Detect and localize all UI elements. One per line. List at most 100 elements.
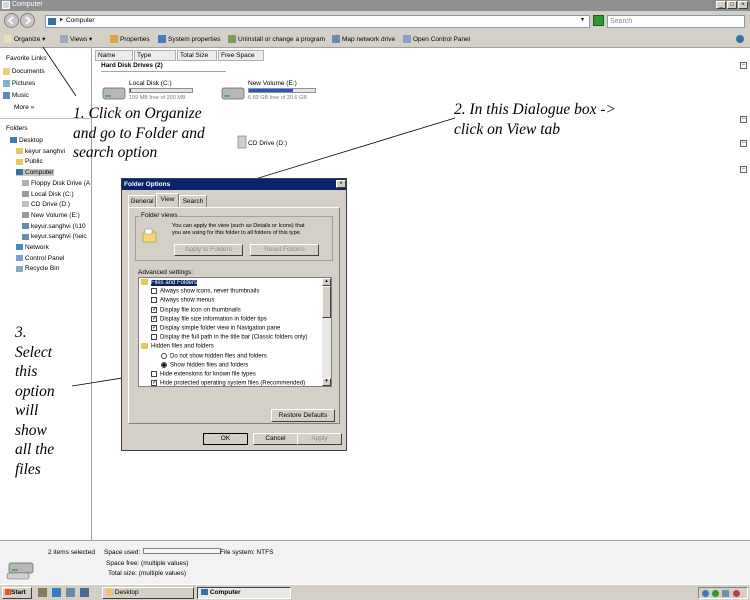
checkbox[interactable]: ✓ — [151, 306, 157, 313]
scroll-up-button[interactable]: ▴ — [322, 278, 331, 286]
collapse-group-icon[interactable]: − — [740, 116, 747, 123]
quick-launch-icon[interactable] — [38, 588, 47, 597]
quick-launch-icon[interactable] — [52, 588, 61, 597]
setting-checkbox[interactable]: Always show icons, never thumbnails — [151, 288, 259, 295]
checkbox[interactable] — [151, 288, 157, 295]
column-name[interactable]: Name — [95, 50, 133, 61]
checkbox[interactable] — [151, 334, 157, 341]
setting-checkbox[interactable]: ✓ Display file icon on thumbnails — [151, 306, 241, 313]
tree-item-new-volume-e[interactable]: New Volume (E:) — [22, 212, 80, 219]
favorite-pictures[interactable]: Pictures — [3, 80, 35, 87]
settings-category[interactable]: Hidden files and folders — [141, 343, 214, 350]
collapse-group-icon[interactable]: − — [740, 62, 747, 69]
checkbox[interactable] — [151, 297, 157, 304]
list-scrollbar[interactable]: ▴ ▾ — [322, 278, 331, 386]
apply-to-folders-button[interactable]: Apply to Folders — [174, 244, 243, 256]
advanced-settings-list[interactable]: Files and Folders Always show icons, neve… — [138, 277, 332, 387]
tab-view[interactable]: View — [156, 193, 179, 207]
radio-button[interactable] — [161, 361, 167, 368]
cancel-button[interactable]: Cancel — [253, 433, 298, 445]
tree-item-local-disk-c[interactable]: Local Disk (C:) — [22, 191, 74, 198]
column-type[interactable]: Type — [134, 50, 176, 61]
tray-icon[interactable] — [722, 590, 729, 597]
taskbar-desktop[interactable]: Desktop — [102, 587, 194, 599]
tray-icon[interactable] — [733, 590, 740, 597]
drive-item-e[interactable]: New Volume (E:) 6.83 GB free of 20.6 GB — [220, 78, 320, 104]
favorite-documents[interactable]: Documents — [3, 68, 45, 75]
organize-button[interactable]: Organize ▾ — [4, 34, 45, 46]
tab-search[interactable]: Search — [179, 195, 207, 207]
map-network-drive-button[interactable]: Map network drive — [332, 34, 395, 46]
favorite-music[interactable]: Music — [3, 92, 29, 99]
quick-launch-icon[interactable] — [66, 588, 75, 597]
apply-button[interactable]: Apply — [297, 433, 342, 445]
address-box[interactable]: ▸ Computer ▾ — [45, 15, 590, 28]
setting-radio[interactable]: Do not show hidden files and folders — [161, 352, 267, 359]
group-title[interactable]: Hard Disk Drives (2) — [101, 62, 163, 69]
setting-checkbox[interactable]: ✓ Display simple folder view in Navigatio… — [151, 325, 280, 332]
system-properties-label: System properties — [168, 36, 221, 43]
maximize-button[interactable]: □ — [727, 1, 737, 9]
favorites-more-link[interactable]: More » — [14, 104, 34, 111]
quick-launch-icon[interactable] — [80, 588, 89, 597]
tree-item-public[interactable]: Public — [16, 158, 43, 165]
checkbox[interactable]: ✓ — [151, 380, 157, 386]
tree-item-computer[interactable]: Computer — [16, 169, 54, 177]
checkbox[interactable]: ✓ — [151, 315, 157, 322]
setting-checkbox[interactable]: ✓ Display file size information in folder… — [151, 315, 267, 322]
setting-checkbox[interactable]: Hide extensions for known file types — [151, 371, 256, 378]
collapse-group-icon[interactable]: − — [740, 166, 747, 173]
close-button[interactable]: × — [738, 1, 748, 9]
drive-item-c[interactable]: Local Disk (C:) 199 MB free of 200 MB — [101, 78, 196, 104]
collapse-group-icon[interactable]: − — [740, 140, 747, 147]
tree-item-control-panel[interactable]: Control Panel — [16, 255, 64, 262]
breadcrumb-computer[interactable]: Computer — [66, 17, 95, 24]
breadcrumb-chevron-icon[interactable]: ▸ — [60, 16, 63, 23]
setting-checkbox[interactable]: Always show menus — [151, 297, 214, 304]
tab-general[interactable]: General — [128, 195, 156, 207]
taskbar-computer[interactable]: Computer — [197, 587, 291, 599]
tree-item-network-drive-2[interactable]: keyur.sanghvi (\\eic — [22, 233, 87, 240]
minimize-button[interactable]: _ — [716, 1, 726, 9]
tree-item-cd-drive-d[interactable]: CD Drive (D:) — [22, 201, 70, 208]
radio-button[interactable] — [161, 352, 167, 359]
start-button[interactable]: Start — [2, 587, 32, 599]
tree-item-floppy-drive[interactable]: Floppy Disk Drive (A — [22, 180, 90, 187]
refresh-button[interactable] — [593, 15, 604, 26]
dialog-close-button[interactable]: × — [336, 180, 346, 188]
tree-item-keyur-sanghvi[interactable]: keyur sanghvi — [16, 148, 65, 155]
setting-checkbox[interactable]: Display the full path in the title bar (… — [151, 334, 307, 341]
reset-folders-button[interactable]: Reset Folders — [250, 244, 319, 256]
column-free-space[interactable]: Free Space — [218, 50, 264, 61]
tree-item-network[interactable]: Network — [16, 244, 49, 251]
folder-views-group: Folder views You can apply the view (suc… — [135, 212, 333, 261]
uninstall-button[interactable]: Uninstall or change a program — [228, 34, 325, 46]
checkbox[interactable]: ✓ — [151, 325, 157, 331]
scroll-thumb[interactable] — [322, 286, 331, 318]
control-panel-icon — [403, 35, 411, 44]
setting-radio[interactable]: Show hidden files and folders — [161, 361, 248, 368]
search-input[interactable]: Search — [607, 15, 745, 28]
drive-item-cd[interactable]: CD Drive (D:) — [236, 134, 296, 154]
checkbox[interactable] — [151, 371, 157, 377]
open-control-panel-button[interactable]: Open Control Panel — [403, 34, 470, 46]
system-properties-button[interactable]: System properties — [158, 34, 220, 46]
restore-defaults-button[interactable]: Restore Defaults — [271, 409, 335, 422]
column-total-size[interactable]: Total Size — [177, 50, 217, 61]
total-size-text: Total size: (multiple values) — [108, 570, 187, 577]
tree-item-network-drive-1[interactable]: keyur.sanghvi (\\10 — [22, 223, 86, 230]
tree-item-desktop[interactable]: Desktop — [10, 137, 43, 144]
setting-checkbox[interactable]: ✓ Hide protected operating system files (… — [151, 380, 305, 386]
tray-icon[interactable] — [712, 590, 719, 597]
views-button[interactable]: Views ▾ — [60, 34, 92, 46]
settings-category[interactable]: Files and Folders — [141, 279, 198, 286]
help-button[interactable] — [736, 34, 746, 46]
tray-icon[interactable] — [702, 590, 709, 597]
forward-button[interactable] — [20, 13, 35, 28]
scroll-down-button[interactable]: ▾ — [322, 378, 331, 386]
properties-button[interactable]: Properties — [110, 34, 150, 46]
back-button[interactable] — [4, 13, 19, 28]
address-dropdown-icon[interactable]: ▾ — [581, 16, 584, 23]
tree-item-recycle-bin[interactable]: Recycle Bin — [16, 265, 59, 272]
ok-button[interactable]: OK — [203, 433, 248, 445]
